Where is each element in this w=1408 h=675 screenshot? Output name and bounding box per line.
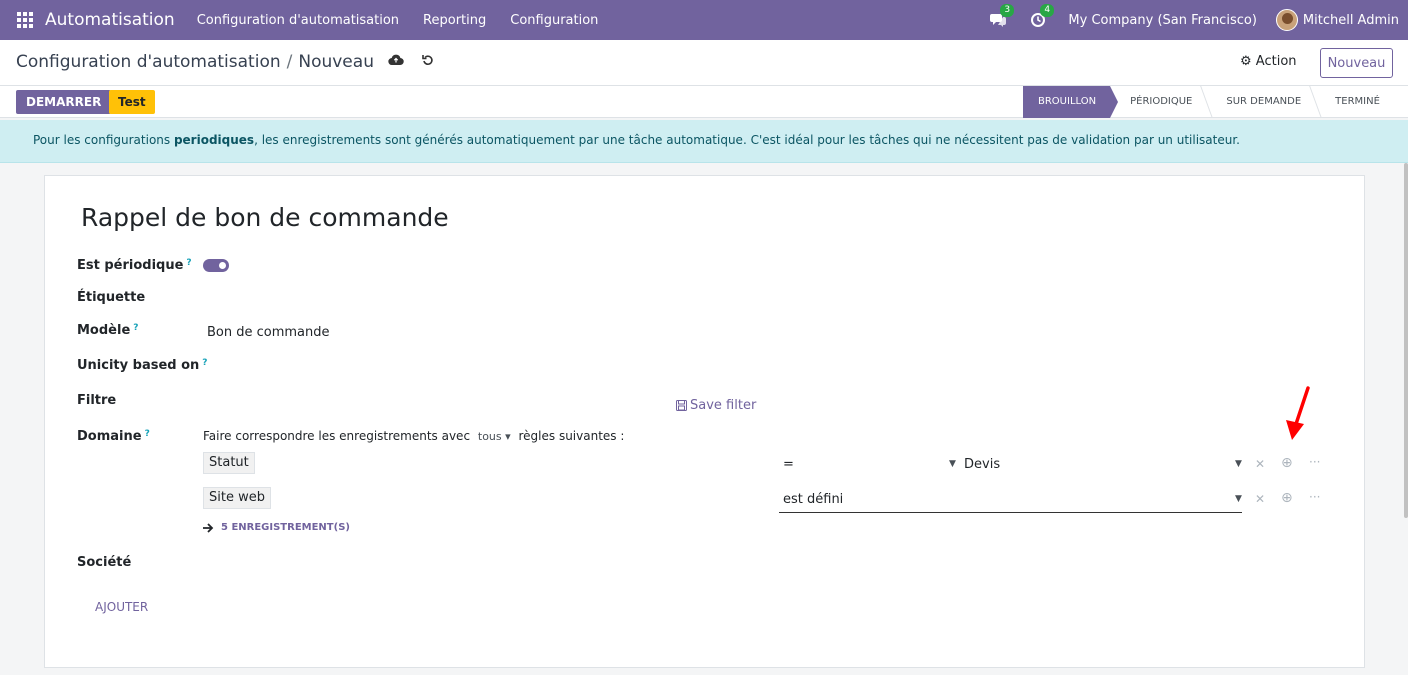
cloud-upload-icon[interactable] — [388, 54, 404, 70]
add-rule-icon[interactable]: ⊕ — [1281, 490, 1293, 506]
help-tooltip[interactable]: ? — [202, 358, 207, 368]
activities-button[interactable]: 4 — [1028, 4, 1055, 30]
apps-grid-icon[interactable] — [17, 12, 33, 28]
records-count-label: 5 ENREGISTREMENT(S) — [221, 522, 350, 533]
app-name[interactable]: Automatisation — [45, 10, 175, 30]
stage-periodic[interactable]: PÉRIODIQUE — [1110, 86, 1206, 118]
info-alert: Pour les configurations periodiques, les… — [0, 120, 1408, 163]
more-options-icon[interactable]: ··· — [1309, 490, 1320, 504]
help-tooltip[interactable]: ? — [145, 429, 150, 439]
alert-suffix: , les enregistrements sont générés autom… — [254, 133, 1240, 147]
periodic-label: Est périodique? — [77, 258, 192, 273]
activities-count-badge: 4 — [1040, 4, 1055, 17]
messages-count-badge: 3 — [1000, 4, 1015, 17]
save-filter-button[interactable]: Save filter — [676, 398, 756, 413]
page-scrollbar[interactable] — [1404, 163, 1408, 518]
model-label: Modèle? — [77, 323, 139, 338]
chevron-down-icon[interactable]: ▼ — [949, 459, 956, 469]
breadcrumb-current: Nouveau — [298, 52, 374, 72]
user-avatar[interactable] — [1275, 9, 1298, 31]
delete-rule-icon[interactable]: ✕ — [1255, 492, 1265, 506]
alert-prefix: Pour les configurations — [33, 133, 174, 147]
unicity-label: Unicity based on? — [77, 358, 208, 373]
new-record-button[interactable]: Nouveau — [1320, 48, 1393, 78]
user-menu[interactable]: Mitchell Admin — [1303, 13, 1399, 28]
company-switcher[interactable]: My Company (San Francisco) — [1068, 13, 1256, 28]
domain-mode-select[interactable]: tous ▾ — [478, 430, 511, 443]
company-label: Société — [77, 555, 132, 570]
breadcrumb-parent[interactable]: Configuration d'automatisation — [16, 52, 281, 72]
arrow-right-icon — [203, 522, 214, 533]
action-label: Action — [1255, 54, 1297, 69]
rule-operator[interactable]: est défini — [783, 492, 843, 507]
breadcrumb: Configuration d'automatisation / Nouveau — [16, 52, 434, 72]
rule-operator-underline — [779, 512, 1242, 513]
alert-bold: periodiques — [173, 133, 255, 147]
control-panel: Configuration d'automatisation / Nouveau… — [0, 40, 1408, 86]
messages-button[interactable]: 3 — [988, 4, 1015, 30]
stage-draft[interactable]: BROUILLON — [1023, 86, 1119, 118]
menu-configuration[interactable]: Configuration — [510, 13, 598, 28]
help-tooltip[interactable]: ? — [186, 258, 191, 268]
filter-label: Filtre — [77, 393, 117, 408]
gear-icon: ⚙ — [1240, 54, 1252, 69]
rule-field-statut[interactable]: Statut — [203, 452, 255, 474]
more-options-icon[interactable]: ··· — [1309, 455, 1320, 469]
red-arrow-annotation — [1286, 386, 1310, 440]
discard-undo-icon[interactable] — [422, 54, 434, 70]
rule-operator[interactable]: = — [783, 457, 794, 472]
periodic-toggle[interactable] — [203, 259, 229, 272]
stage-done[interactable]: TERMINÉ — [1315, 86, 1394, 118]
floppy-disk-icon — [676, 400, 687, 411]
matching-records-link[interactable]: 5 ENREGISTREMENT(S) — [203, 522, 350, 533]
chevron-down-icon[interactable]: ▼ — [1235, 459, 1242, 469]
top-navbar: Automatisation Configuration d'automatis… — [0, 0, 1408, 40]
menu-automation-config[interactable]: Configuration d'automatisation — [197, 13, 399, 28]
save-filter-label: Save filter — [690, 398, 757, 413]
form-sheet: Rappel de bon de commande Est périodique… — [44, 175, 1365, 668]
breadcrumb-separator: / — [286, 52, 293, 72]
action-menu-button[interactable]: ⚙ Action — [1240, 54, 1297, 69]
stage-on-demand[interactable]: SUR DEMANDE — [1206, 86, 1315, 118]
domain-label: Domaine? — [77, 429, 150, 444]
add-button[interactable]: AJOUTER — [95, 600, 148, 614]
rule-field-site-web[interactable]: Site web — [203, 487, 271, 509]
stage-pipeline: BROUILLON PÉRIODIQUE SUR DEMANDE TERMINÉ — [1023, 86, 1394, 118]
delete-rule-icon[interactable]: ✕ — [1255, 457, 1265, 471]
menu-reporting[interactable]: Reporting — [423, 13, 486, 28]
help-tooltip[interactable]: ? — [133, 323, 138, 333]
test-button[interactable]: Test — [109, 90, 155, 114]
model-field[interactable]: Bon de commande — [207, 325, 330, 340]
label-label: Étiquette — [77, 290, 146, 305]
domain-description: Faire correspondre les enregistrements a… — [203, 429, 625, 443]
rule-value[interactable]: Devis — [964, 457, 1000, 472]
start-button[interactable]: DEMARRER — [16, 90, 112, 114]
record-title[interactable]: Rappel de bon de commande — [81, 203, 449, 232]
status-bar: DEMARRER Test BROUILLON PÉRIODIQUE SUR D… — [0, 86, 1408, 118]
add-rule-icon[interactable]: ⊕ — [1281, 455, 1293, 471]
chevron-down-icon[interactable]: ▼ — [1235, 494, 1242, 504]
